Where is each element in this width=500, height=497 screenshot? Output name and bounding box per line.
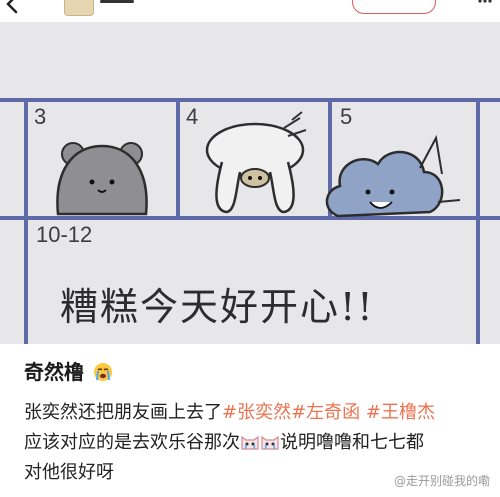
- follow-button[interactable]: [352, 0, 436, 14]
- cell-number-5: 5: [340, 104, 353, 129]
- top-bar: [0, 0, 500, 22]
- post-title-text: 奇然橹: [24, 360, 84, 384]
- hashtag-zuoqihan[interactable]: #左奇函: [291, 402, 360, 423]
- body-text-segment: 说明噜噜和七七都: [280, 432, 424, 453]
- more-icon[interactable]: [478, 0, 492, 4]
- cell-number-3: 3: [34, 104, 47, 129]
- avatar[interactable]: [64, 0, 94, 16]
- watermark: @走开别碰我的嘞: [393, 474, 490, 488]
- top-divider: [100, 0, 134, 3]
- post-content: 奇然橹 张奕然还把朋友画上去了#张奕然#左奇函 #王橹杰 应该对应的是去欢乐谷那…: [0, 344, 500, 497]
- cell-number-4: 4: [186, 104, 199, 129]
- body-text-segment: 应该对应的是去欢乐谷那次: [24, 432, 240, 453]
- crying-cat-icon: [261, 435, 279, 450]
- loudly-crying-face-icon: [93, 363, 112, 381]
- handwritten-text: 糟糕今天好开心!!: [60, 285, 375, 329]
- cell-number-10-12: 10-12: [36, 222, 93, 247]
- body-text-segment: 张奕然还把朋友画上去了: [24, 402, 222, 423]
- post-title: 奇然橹: [24, 356, 113, 385]
- post-body-line-1: 张奕然还把朋友画上去了#张奕然#左奇函 #王橹杰: [24, 398, 490, 428]
- hashtag-wangluojie[interactable]: #王橹杰: [360, 402, 435, 423]
- bear-drawing: [56, 142, 148, 216]
- crying-cat-icon: [241, 435, 259, 450]
- back-arrow-icon[interactable]: [2, 0, 22, 14]
- post-body-line-2: 应该对应的是去欢乐谷那次 说明噜噜和七七都: [24, 428, 490, 458]
- post-photo[interactable]: 3 4 5 10-12 糟糕今天好开心!!: [0, 22, 500, 344]
- hashtag-zhangyiran[interactable]: #张奕然: [222, 402, 291, 423]
